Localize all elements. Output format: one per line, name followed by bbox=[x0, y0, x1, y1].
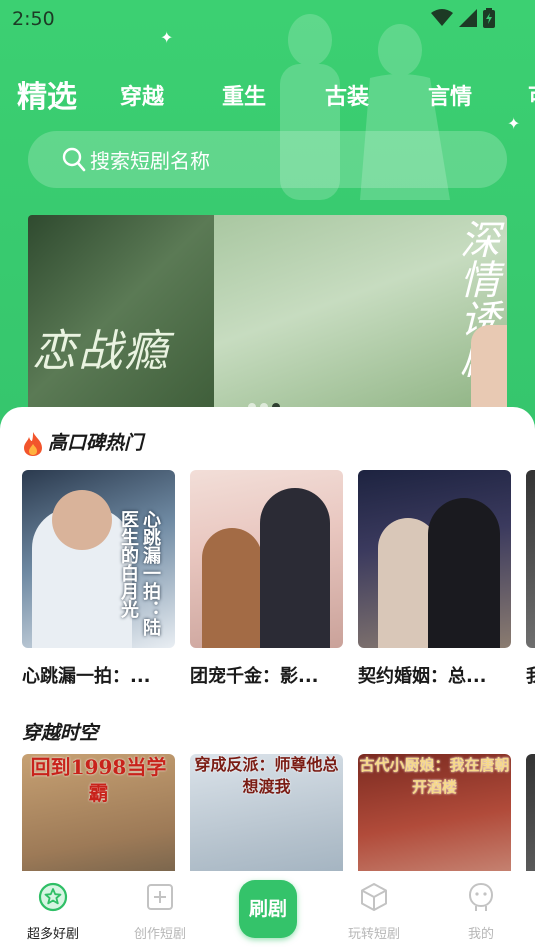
battery-icon bbox=[483, 8, 495, 28]
poster-title: 古代小厨娘：我在唐朝开酒楼 bbox=[359, 756, 510, 796]
nav-item-explore[interactable]: 玩转短剧 bbox=[329, 881, 419, 942]
category-tabs: 精选 穿越 重生 古装 言情 可 bbox=[0, 74, 535, 122]
drama-poster[interactable] bbox=[526, 470, 535, 648]
tab-more[interactable]: 可 bbox=[528, 74, 535, 122]
search-bar[interactable]: 搜索短剧名称 bbox=[28, 131, 507, 188]
drama-card[interactable]: 团宠千金：影... bbox=[190, 470, 343, 688]
drama-card[interactable] bbox=[526, 754, 535, 874]
nav-label: 我的 bbox=[467, 927, 494, 942]
search-placeholder: 搜索短剧名称 bbox=[90, 149, 210, 173]
nav-label: 超多好剧 bbox=[26, 927, 79, 942]
tab-costume[interactable]: 古装 bbox=[325, 74, 369, 122]
status-icons bbox=[431, 8, 495, 28]
nav-label: 创作短剧 bbox=[133, 927, 186, 942]
nav-item-create[interactable]: 创作短剧 bbox=[115, 881, 205, 942]
star-badge-icon bbox=[38, 882, 68, 912]
fire-icon bbox=[24, 431, 42, 456]
tab-time-travel[interactable]: 穿越 bbox=[120, 74, 164, 122]
add-box-icon bbox=[147, 884, 173, 910]
nav-item-watch[interactable]: 刷剧 bbox=[239, 880, 297, 938]
tab-featured[interactable]: 精选 bbox=[17, 74, 77, 122]
drama-poster[interactable]: 穿成反派：师尊他总想渡我 bbox=[190, 754, 343, 874]
poster-person-face bbox=[52, 490, 112, 550]
drama-poster[interactable] bbox=[358, 470, 511, 648]
drama-poster[interactable] bbox=[190, 470, 343, 648]
poster-person bbox=[260, 488, 330, 648]
drama-card[interactable]: 我 bbox=[526, 470, 535, 688]
search-icon bbox=[62, 147, 86, 172]
poster-person bbox=[202, 528, 262, 648]
profile-icon bbox=[468, 882, 494, 911]
drama-card[interactable]: 穿成反派：师尊他总想渡我 bbox=[190, 754, 343, 874]
tab-rebirth[interactable]: 重生 bbox=[222, 74, 266, 122]
poster-title: 穿成反派：师尊他总想渡我 bbox=[194, 755, 339, 796]
nav-item-home[interactable]: 超多好剧 bbox=[8, 881, 98, 942]
drama-card[interactable]: 回到1998当学霸 bbox=[22, 754, 175, 874]
poster-title: 心跳漏一拍：陆医生的白月光 bbox=[118, 510, 161, 636]
cube-icon bbox=[361, 883, 387, 911]
section-title-text: 高口碑热门 bbox=[48, 432, 144, 454]
drama-title: 心跳漏一拍：... bbox=[22, 666, 151, 687]
drama-card[interactable]: 古代小厨娘：我在唐朝开酒楼 bbox=[358, 754, 511, 874]
drama-poster[interactable] bbox=[526, 754, 535, 874]
status-time: 2:50 bbox=[12, 8, 55, 30]
drama-title: 我 bbox=[526, 662, 535, 688]
drama-title: 契约婚姻：总... bbox=[358, 666, 487, 687]
drama-row-hot: 心跳漏一拍：陆医生的白月光 心跳漏一拍：... 团宠千金：影... 契约婚姻：总… bbox=[22, 470, 535, 690]
banner-slide-left[interactable]: 恋战瘾 bbox=[28, 215, 218, 435]
status-bar: 2:50 bbox=[0, 0, 535, 36]
nav-label: 玩转短剧 bbox=[347, 927, 400, 942]
section-title-hot: 高口碑热门 bbox=[22, 428, 143, 457]
signal-icon bbox=[459, 9, 477, 27]
drama-poster[interactable]: 古代小厨娘：我在唐朝开酒楼 bbox=[358, 754, 511, 874]
bottom-navigation: 超多好剧 创作短剧 刷剧 玩转短剧 我的 bbox=[0, 871, 535, 951]
section-title-time-travel: 穿越时空 bbox=[22, 722, 99, 744]
nav-item-profile[interactable]: 我的 bbox=[436, 881, 526, 942]
poster-person bbox=[428, 498, 500, 648]
banner-slide-main[interactable]: 深情诱剧 bbox=[214, 215, 507, 435]
drama-title: 团宠千金：影... bbox=[190, 666, 319, 687]
drama-poster[interactable]: 回到1998当学霸 bbox=[22, 754, 175, 874]
drama-row-time-travel: 回到1998当学霸 穿成反派：师尊他总想渡我 古代小厨娘：我在唐朝开酒楼 bbox=[22, 754, 535, 874]
wifi-icon bbox=[431, 9, 453, 26]
tab-romance[interactable]: 言情 bbox=[428, 74, 472, 122]
banner-left-title: 恋战瘾 bbox=[32, 326, 170, 377]
banner-carousel[interactable]: 恋战瘾 深情诱剧 bbox=[28, 215, 507, 435]
drama-card[interactable]: 契约婚姻：总... bbox=[358, 470, 511, 688]
drama-poster[interactable]: 心跳漏一拍：陆医生的白月光 bbox=[22, 470, 175, 648]
drama-card[interactable]: 心跳漏一拍：陆医生的白月光 心跳漏一拍：... bbox=[22, 470, 175, 688]
poster-title: 回到1998当学霸 bbox=[30, 755, 167, 805]
